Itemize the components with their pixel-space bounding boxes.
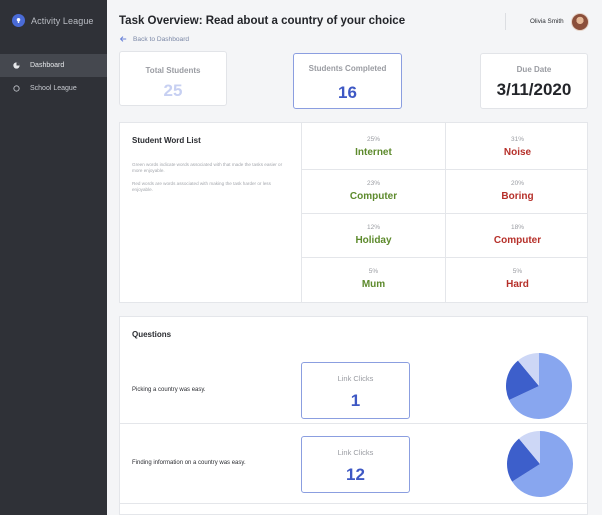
word-percent: 20% bbox=[510, 180, 524, 187]
word-percent: 5% bbox=[512, 268, 523, 275]
word-percent: 31% bbox=[510, 136, 524, 143]
word-positive: Computer bbox=[349, 191, 398, 202]
red-note: Red words are words associated with maki… bbox=[132, 181, 271, 192]
stat-label: Students Completed bbox=[308, 64, 387, 73]
green-note: Green words indicate words associated wi… bbox=[132, 162, 283, 173]
word-percent: 25% bbox=[366, 136, 380, 143]
bulb-logo-icon bbox=[12, 14, 25, 27]
metric-value: 12 bbox=[346, 465, 365, 484]
word-cell: 31% Noise bbox=[446, 123, 589, 167]
word-cell: 20% Boring bbox=[446, 167, 589, 211]
questions-title: Questions bbox=[132, 330, 172, 339]
stat-value: 3/11/2020 bbox=[496, 80, 572, 99]
link-clicks-card[interactable]: Link Clicks 12 bbox=[301, 436, 410, 493]
word-cell: 5% Hard bbox=[446, 255, 589, 299]
question-text: Finding information on a country was eas… bbox=[132, 460, 246, 466]
user-name: Olivia Smith bbox=[530, 18, 564, 25]
stat-label: Total Students bbox=[145, 66, 201, 75]
divider bbox=[119, 503, 588, 504]
stat-value: 16 bbox=[338, 83, 357, 102]
arrow-left-icon bbox=[119, 36, 127, 42]
word-percent: 12% bbox=[366, 224, 380, 231]
word-percent: 18% bbox=[510, 224, 524, 231]
word-list-title: Student Word List bbox=[132, 136, 201, 145]
word-cell: 5% Mum bbox=[302, 255, 445, 299]
word-cell: 12% Holiday bbox=[302, 211, 445, 255]
sidebar-item-school-league[interactable]: School League bbox=[0, 77, 107, 100]
word-cell: 23% Computer bbox=[302, 167, 445, 211]
pie-chart-icon bbox=[13, 62, 20, 69]
word-percent: 5% bbox=[368, 268, 379, 275]
sidebar-item-dashboard[interactable]: Dashboard bbox=[0, 54, 107, 77]
stat-label: Due Date bbox=[516, 65, 552, 74]
metric-value: 1 bbox=[350, 391, 361, 410]
students-completed-card[interactable]: Students Completed 16 bbox=[293, 53, 402, 109]
brand-name: Activity League bbox=[31, 15, 94, 26]
sidebar: Activity League Dashboard School League bbox=[0, 0, 107, 515]
word-positive: Internet bbox=[355, 147, 392, 158]
word-negative: Noise bbox=[503, 147, 532, 158]
divider bbox=[119, 423, 588, 424]
sidebar-item-label: Dashboard bbox=[30, 62, 65, 69]
word-negative: Boring bbox=[501, 191, 534, 202]
answers-pie-chart bbox=[506, 353, 572, 419]
word-negative: Hard bbox=[506, 279, 529, 290]
back-to-dashboard-link[interactable]: Back to Dashboard bbox=[119, 35, 189, 43]
circle-icon bbox=[13, 85, 20, 92]
word-cell: 18% Computer bbox=[446, 211, 589, 255]
word-cell: 25% Internet bbox=[302, 123, 445, 167]
word-negative: Computer bbox=[493, 235, 542, 246]
page-title: Task Overview: Read about a country of y… bbox=[119, 15, 406, 27]
word-positive: Mum bbox=[361, 279, 386, 290]
metric-label: Link Clicks bbox=[337, 374, 374, 383]
total-students-card: Total Students 25 bbox=[119, 51, 227, 106]
due-date-card: Due Date 3/11/2020 bbox=[480, 53, 588, 109]
stat-value: 25 bbox=[163, 81, 183, 100]
sidebar-item-label: School League bbox=[30, 85, 77, 92]
link-clicks-card[interactable]: Link Clicks 1 bbox=[301, 362, 410, 419]
user-menu[interactable]: Olivia Smith bbox=[505, 13, 589, 31]
answers-pie-chart bbox=[507, 431, 574, 497]
word-percent: 23% bbox=[366, 180, 380, 187]
word-positive: Holiday bbox=[355, 235, 392, 246]
avatar[interactable] bbox=[571, 13, 589, 31]
brand[interactable]: Activity League bbox=[12, 14, 94, 27]
metric-label: Link Clicks bbox=[337, 448, 374, 457]
back-link-label: Back to Dashboard bbox=[133, 35, 190, 43]
question-text: Picking a country was easy. bbox=[132, 387, 206, 393]
